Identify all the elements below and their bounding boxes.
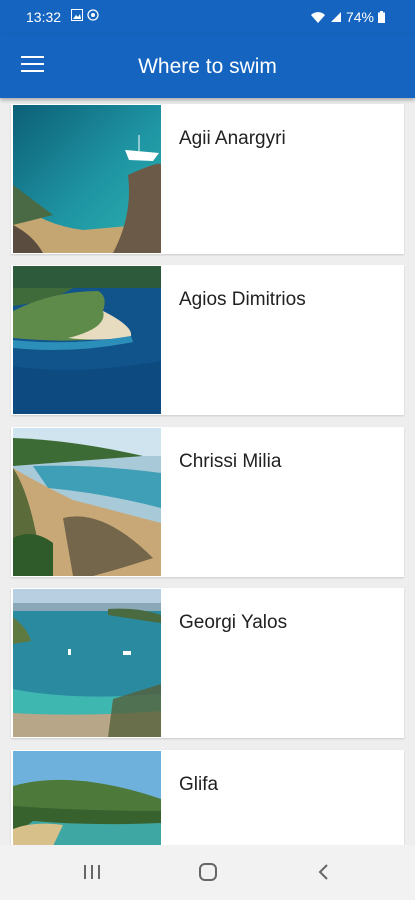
system-nav-bar: [0, 845, 415, 900]
list-item-chrissi-milia[interactable]: Chrissi Milia: [11, 427, 404, 577]
app-bar: Where to swim: [0, 34, 415, 98]
beach-name: Agii Anargyri: [179, 128, 286, 149]
signal-icon: [330, 12, 341, 22]
recents-icon[interactable]: [77, 859, 107, 885]
gallery-notification-icon: [71, 9, 83, 21]
battery-percent: 74%: [345, 9, 374, 25]
beach-photo: [13, 428, 161, 576]
page-title: Where to swim: [138, 55, 277, 78]
beach-photo: [13, 266, 161, 414]
beach-name: Glifa: [179, 774, 219, 795]
wifi-icon: [310, 11, 325, 23]
list-item-agios-dimitrios[interactable]: Agios Dimitrios: [11, 265, 404, 415]
beach-photo: [13, 105, 161, 253]
list-item-georgi-yalos[interactable]: Georgi Yalos: [11, 588, 404, 738]
battery-icon: [378, 11, 385, 23]
list-item-agii-anargyri[interactable]: Agii Anargyri: [11, 104, 404, 254]
status-bar: 13:32 74%: [0, 0, 415, 34]
beach-name: Georgi Yalos: [179, 612, 288, 633]
beach-photo: [13, 751, 161, 845]
beach-list: Agii Anargyri Agios Dimitrios Chrissi Mi…: [0, 98, 415, 845]
back-icon[interactable]: [309, 859, 339, 885]
beach-photo: [13, 589, 161, 737]
beach-name: Agios Dimitrios: [179, 289, 306, 310]
status-time: 13:32: [26, 9, 62, 25]
home-icon[interactable]: [193, 859, 223, 885]
sync-notification-icon: [87, 9, 99, 21]
beach-name: Chrissi Milia: [179, 451, 282, 472]
list-item-glifa[interactable]: Glifa: [11, 750, 404, 845]
